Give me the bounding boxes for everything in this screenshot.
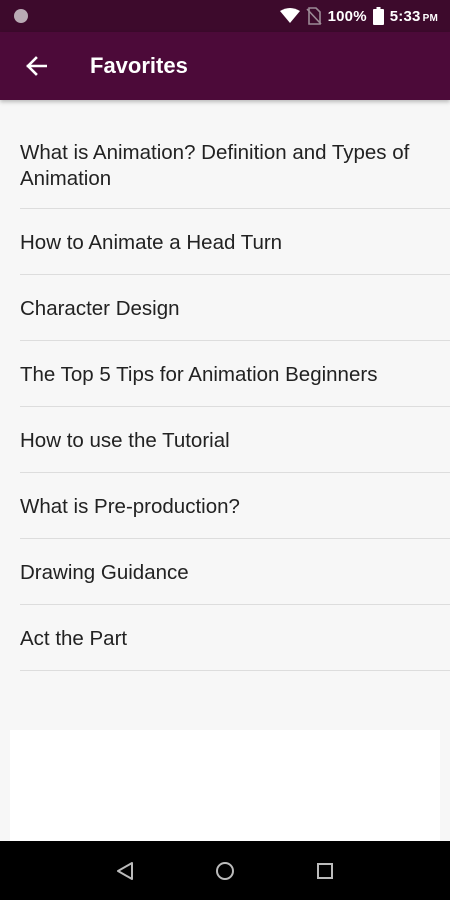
nav-back-button[interactable]	[105, 851, 145, 891]
favorite-item[interactable]: Act the Part	[20, 605, 450, 671]
battery-icon	[372, 7, 384, 25]
clock-suffix: PM	[422, 12, 438, 24]
favorite-item[interactable]: How to Animate a Head Turn	[20, 209, 450, 275]
clock-time: 5:33	[389, 7, 421, 25]
clock: 5:33 PM	[390, 8, 438, 25]
arrow-left-icon	[26, 56, 47, 76]
favorite-item[interactable]: Drawing Guidance	[20, 539, 450, 605]
system-nav-bar	[0, 841, 450, 900]
notification-dot-icon	[14, 9, 28, 23]
nav-home-button[interactable]	[205, 851, 245, 891]
page-title: Favorites	[90, 53, 188, 78]
status-icons: 100% 5:33 PM	[279, 7, 438, 25]
favorite-item[interactable]: What is Animation? Definition and Types …	[20, 118, 450, 209]
favorite-item[interactable]: The Top 5 Tips for Animation Beginners	[20, 341, 450, 407]
ad-banner[interactable]	[10, 730, 440, 841]
nav-recents-button[interactable]	[305, 851, 345, 891]
square-recents-icon	[317, 862, 333, 879]
favorites-list: What is Animation? Definition and Types …	[20, 118, 450, 671]
favorite-item[interactable]: Character Design	[20, 275, 450, 341]
triangle-back-icon	[117, 861, 133, 880]
back-button[interactable]	[0, 32, 72, 100]
app-bar: Favorites	[0, 32, 450, 100]
favorite-item[interactable]: What is Pre-production?	[20, 473, 450, 539]
no-sim-icon	[306, 7, 322, 25]
battery-percent: 100%	[327, 7, 367, 25]
favorite-item[interactable]: How to use the Tutorial	[20, 407, 450, 473]
circle-home-icon	[216, 861, 234, 880]
status-bar: 100% 5:33 PM	[0, 0, 450, 32]
wifi-icon	[279, 8, 300, 23]
